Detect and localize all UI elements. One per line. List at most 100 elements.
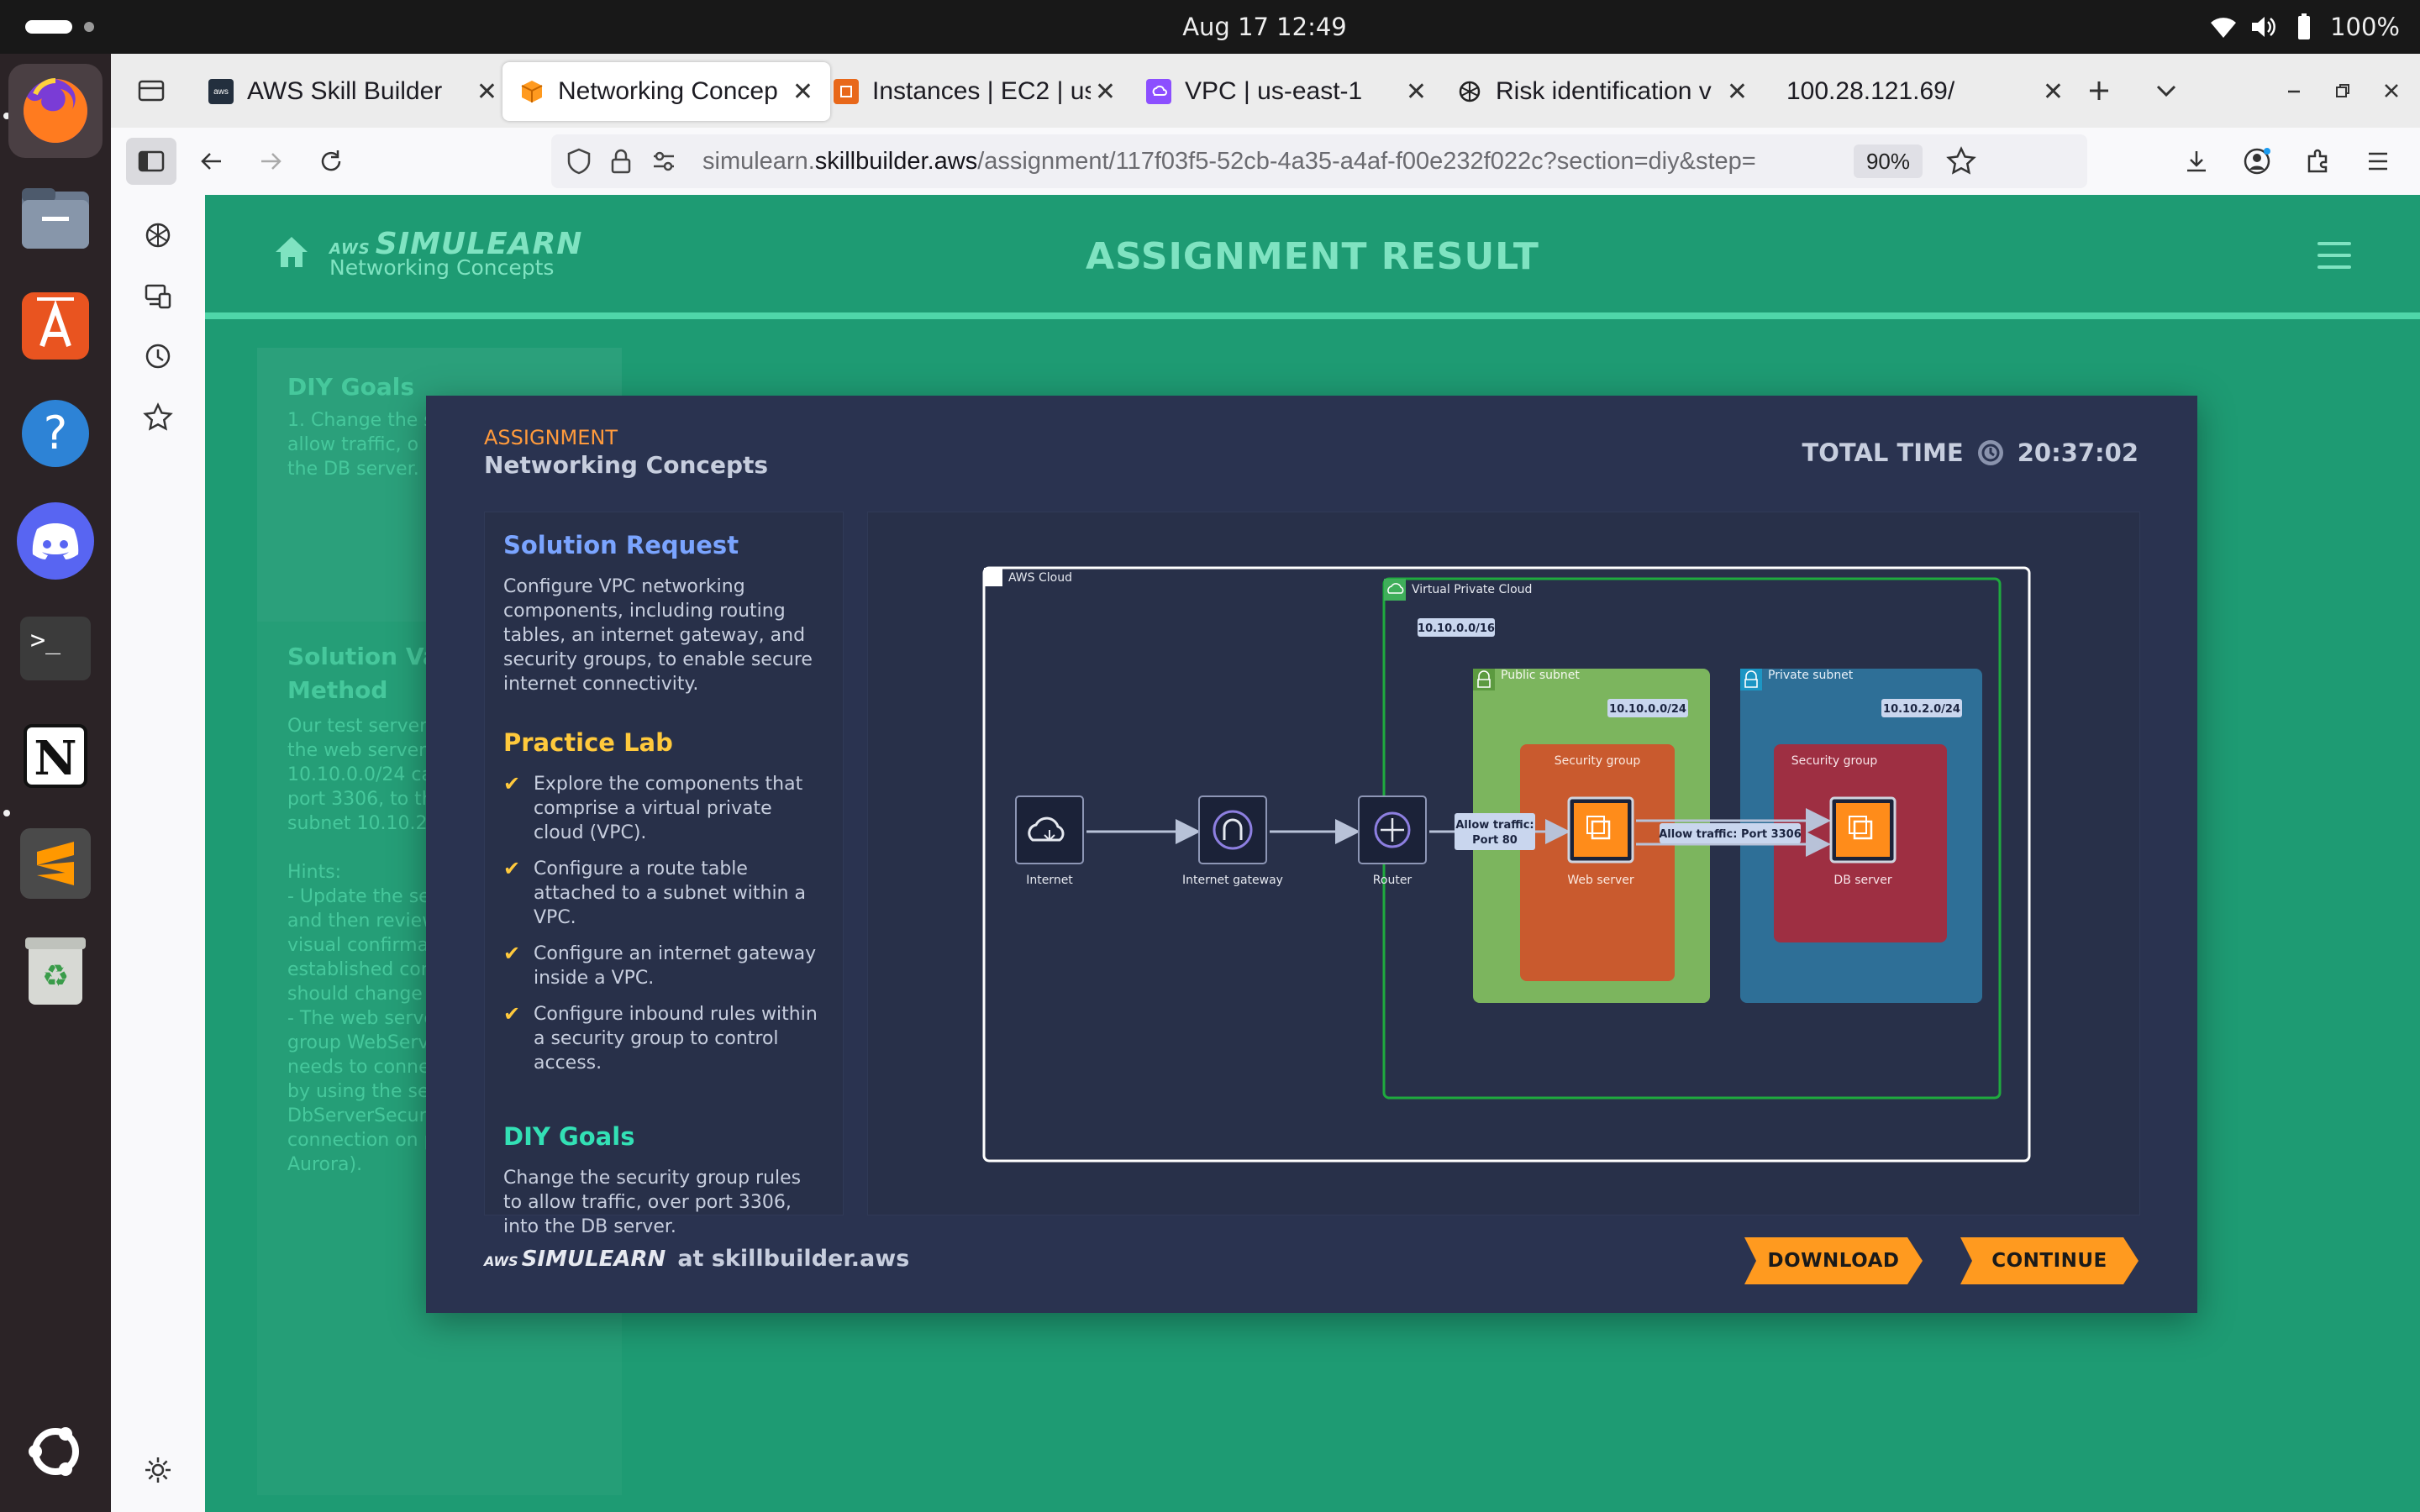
tab-label: Risk identification v: [1496, 77, 1712, 105]
synced-tabs-icon[interactable]: [139, 277, 176, 314]
checkmark-icon: ✔: [503, 772, 521, 795]
solution-request-text: Configure VPC networking components, inc…: [503, 576, 813, 695]
diy-goals-title: DIY Goals: [503, 1122, 635, 1151]
url-domain: skillbuilder.aws: [814, 148, 978, 175]
bookmark-star-icon[interactable]: [1946, 146, 1976, 176]
allow-80-line1: Allow traffic:: [1455, 819, 1534, 832]
tab-risk-identification[interactable]: Risk identification v ✕: [1440, 62, 1765, 121]
application-dock: ? >_ N ♻: [0, 54, 111, 1512]
total-time-value: 20:37:02: [2017, 438, 2139, 467]
assignment-info-panel: Solution Request Configure VPC networkin…: [484, 512, 844, 1237]
internet-gateway-label: Internet gateway: [1182, 874, 1283, 887]
private-cidr: 10.10.2.0/24: [1883, 703, 1960, 716]
extensions-icon[interactable]: [2292, 138, 2343, 185]
browser-tab-bar: aws AWS Skill Builder ✕ Networking Conce…: [111, 54, 2420, 128]
footer-brand-name: SIMULEARN: [521, 1247, 666, 1272]
tab-vpc[interactable]: VPC | us-east-1 ✕: [1129, 62, 1444, 121]
app-menu-icon[interactable]: [2353, 138, 2403, 185]
close-window-icon[interactable]: [2366, 67, 2417, 114]
close-tab-icon[interactable]: ✕: [1402, 77, 1427, 107]
close-tab-icon[interactable]: ✕: [1723, 77, 1748, 107]
new-tab-icon[interactable]: [2074, 67, 2124, 114]
download-button[interactable]: DOWNLOAD: [1744, 1237, 1923, 1284]
zoom-level[interactable]: 90%: [1854, 144, 1923, 178]
svg-text:♻: ♻: [42, 959, 69, 994]
tab-ec2-instances[interactable]: Instances | EC2 | us- ✕: [817, 62, 1133, 121]
forward-icon[interactable]: [245, 138, 296, 185]
app-center-icon[interactable]: [8, 279, 103, 373]
tab-ip-address[interactable]: 100.28.121.69/ ✕: [1760, 62, 2081, 121]
sidebar-settings-icon[interactable]: [139, 1452, 176, 1488]
svg-text:>_: >_: [30, 626, 61, 655]
trash-icon[interactable]: ♻: [8, 924, 103, 1018]
practice-lab-item-text: Configure an internet gateway inside a V…: [534, 943, 817, 989]
workspace-indicator: [84, 22, 94, 32]
lock-icon[interactable]: [610, 148, 632, 175]
terminal-icon[interactable]: >_: [8, 601, 103, 696]
firefox-view-icon[interactable]: [126, 67, 176, 114]
close-tab-icon[interactable]: ✕: [2039, 77, 2064, 107]
wifi-icon: [2211, 18, 2237, 38]
sublime-text-icon[interactable]: [8, 816, 103, 911]
close-tab-icon[interactable]: ✕: [472, 77, 497, 107]
web-server-label: Web server: [1567, 874, 1634, 887]
ubuntu-logo-icon[interactable]: [8, 1404, 103, 1499]
discord-icon[interactable]: [8, 494, 103, 588]
downloads-icon[interactable]: [2171, 138, 2222, 185]
files-icon[interactable]: [8, 171, 103, 265]
simulearn-page: AWS SIMULEARN Networking Concepts ASSIGNM…: [205, 195, 2420, 1512]
continue-button[interactable]: CONTINUE: [1960, 1237, 2139, 1284]
ai-chatbot-icon[interactable]: [139, 217, 176, 254]
permissions-icon[interactable]: [650, 150, 677, 173]
tab-networking-concepts[interactable]: Networking Concep ✕: [502, 62, 830, 121]
web-security-group-label: Security group: [1555, 754, 1641, 768]
tab-label: VPC | us-east-1: [1185, 77, 1363, 105]
practice-lab-item: ✔ Configure inbound rules within a securi…: [503, 1002, 824, 1075]
page-title: ASSIGNMENT RESULT: [1086, 235, 1539, 278]
bookmarks-icon[interactable]: [139, 398, 176, 435]
allow-3306-text: Allow traffic: Port 3306: [1659, 828, 1802, 841]
allow-80-line2: Port 80: [1472, 834, 1518, 847]
db-security-group-label: Security group: [1791, 754, 1878, 768]
minimize-window-icon[interactable]: [2269, 67, 2319, 114]
diy-goals-text: Change the security group rules to allow…: [503, 1168, 802, 1237]
url-text[interactable]: simulearn.skillbuilder.aws/assignment/11…: [702, 134, 1854, 188]
list-all-tabs-icon[interactable]: [2141, 67, 2191, 114]
browser-nav-bar: simulearn.skillbuilder.aws/assignment/11…: [111, 128, 2420, 195]
svg-text:N: N: [34, 731, 76, 786]
firefox-icon[interactable]: [8, 64, 103, 158]
system-tray[interactable]: 100%: [2209, 0, 2400, 54]
shield-icon[interactable]: [566, 148, 592, 175]
close-tab-icon[interactable]: ✕: [788, 77, 813, 107]
sidebar-toggle-icon[interactable]: [126, 138, 176, 185]
hamburger-menu-icon[interactable]: [2317, 242, 2351, 277]
aws-icon: aws: [208, 79, 234, 104]
help-icon[interactable]: ?: [8, 386, 103, 480]
reload-icon[interactable]: [306, 138, 356, 185]
public-cidr: 10.10.0.0/24: [1609, 703, 1686, 716]
account-icon[interactable]: [2232, 138, 2282, 185]
notion-icon[interactable]: N: [8, 709, 103, 803]
close-tab-icon[interactable]: ✕: [1091, 77, 1116, 107]
volume-icon: [2252, 17, 2276, 37]
db-server-label: DB server: [1833, 874, 1891, 887]
history-icon[interactable]: [139, 338, 176, 375]
aws-cloud-label: AWS Cloud: [1008, 571, 1072, 585]
allow-port-3306-label: Allow traffic: Port 3306: [1659, 823, 1802, 843]
total-time: TOTAL TIME 20:37:02: [1802, 438, 2139, 468]
address-bar[interactable]: simulearn.skillbuilder.aws/assignment/11…: [551, 134, 2087, 188]
activities-indicator[interactable]: [25, 20, 72, 34]
system-clock[interactable]: Aug 17 12:49: [1160, 0, 1370, 54]
tab-aws-skill-builder[interactable]: aws AWS Skill Builder ✕: [192, 62, 514, 121]
checkmark-icon: ✔: [503, 857, 521, 880]
checkmark-icon: ✔: [503, 942, 521, 965]
internet-gateway-node: Internet gateway: [1182, 795, 1283, 887]
footer-brand-prefix: AWS: [484, 1253, 518, 1269]
restore-window-icon[interactable]: [2317, 67, 2368, 114]
back-icon[interactable]: [187, 138, 237, 185]
practice-lab-title: Practice Lab: [503, 728, 673, 757]
bg-diy-title: DIY Goals: [287, 373, 415, 401]
tab-label: Instances | EC2 | us-: [872, 77, 1091, 105]
practice-lab-item-text: Configure a route table attached to a su…: [534, 858, 806, 928]
practice-lab-item: ✔ Configure a route table attached to a s…: [503, 857, 824, 930]
